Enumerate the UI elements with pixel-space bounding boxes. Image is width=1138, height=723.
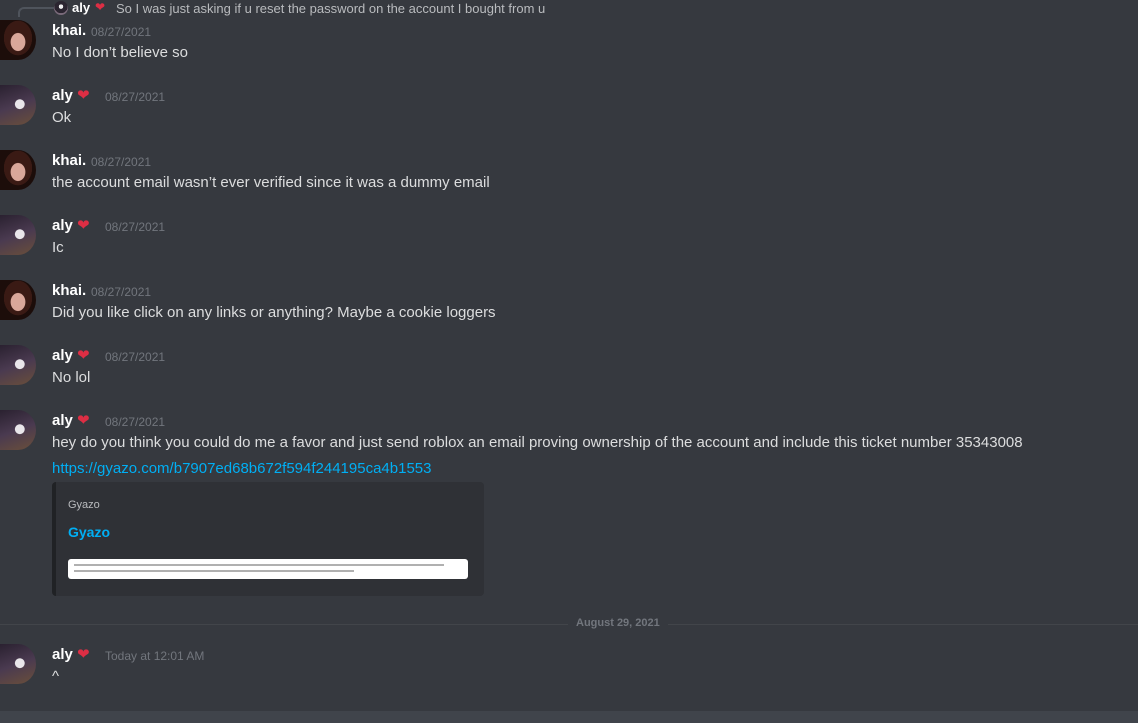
timestamp: 08/27/2021 bbox=[105, 220, 166, 234]
avatar[interactable] bbox=[0, 644, 36, 684]
heart-icon: ❤ bbox=[77, 87, 90, 104]
heart-icon: ❤ bbox=[77, 412, 90, 429]
author-name[interactable]: khai. bbox=[52, 152, 86, 169]
embed-title[interactable]: Gyazo bbox=[68, 524, 110, 540]
timestamp: 08/27/2021 bbox=[91, 285, 152, 299]
author-name[interactable]: khai. bbox=[52, 282, 86, 299]
message-link[interactable]: https://gyazo.com/b7907ed68b672f594f2441… bbox=[52, 460, 431, 477]
timestamp: Today at 12:01 AM bbox=[105, 649, 205, 663]
author-name[interactable]: khai. bbox=[52, 22, 86, 39]
heart-icon: ❤ bbox=[77, 347, 90, 364]
avatar[interactable] bbox=[0, 85, 36, 125]
embed-image[interactable] bbox=[68, 559, 468, 579]
message-input-bar[interactable] bbox=[0, 711, 1138, 723]
avatar[interactable] bbox=[0, 20, 36, 60]
timestamp: 08/27/2021 bbox=[91, 155, 152, 169]
timestamp: 08/27/2021 bbox=[91, 25, 152, 39]
reply-text[interactable]: So I was just asking if u reset the pass… bbox=[116, 1, 545, 16]
embed-provider[interactable]: Gyazo bbox=[68, 499, 100, 511]
message-text: the account email wasn’t ever verified s… bbox=[52, 174, 490, 191]
avatar[interactable] bbox=[0, 215, 36, 255]
author-name[interactable]: aly bbox=[52, 646, 73, 663]
author-name[interactable]: aly bbox=[52, 412, 73, 429]
message-text: Did you like click on any links or anyth… bbox=[52, 304, 496, 321]
avatar[interactable] bbox=[0, 150, 36, 190]
date-divider-label: August 29, 2021 bbox=[568, 617, 668, 629]
message-text: Ok bbox=[52, 109, 72, 126]
reply-spine bbox=[18, 7, 54, 17]
message-text: hey do you think you could do me a favor… bbox=[52, 434, 1023, 451]
reply-author[interactable]: aly bbox=[72, 0, 90, 15]
reply-avatar[interactable] bbox=[54, 1, 68, 15]
link-embed: Gyazo Gyazo bbox=[52, 482, 484, 596]
timestamp: 08/27/2021 bbox=[105, 350, 166, 364]
message-text: No lol bbox=[52, 369, 91, 386]
author-name[interactable]: aly bbox=[52, 87, 73, 104]
author-name[interactable]: aly bbox=[52, 347, 73, 364]
thumb-text-line bbox=[74, 564, 444, 566]
avatar[interactable] bbox=[0, 280, 36, 320]
heart-icon: ❤ bbox=[77, 646, 90, 663]
avatar[interactable] bbox=[0, 345, 36, 385]
message-text: No I don’t believe so bbox=[52, 44, 188, 61]
timestamp: 08/27/2021 bbox=[105, 415, 166, 429]
timestamp: 08/27/2021 bbox=[105, 90, 166, 104]
heart-icon: ❤ bbox=[95, 0, 106, 14]
reply-reference[interactable]: aly ❤ So I was just asking if u reset th… bbox=[0, 0, 1138, 17]
avatar[interactable] bbox=[0, 410, 36, 450]
message-text: Ic bbox=[52, 239, 64, 256]
thumb-text-line bbox=[74, 570, 354, 572]
author-name[interactable]: aly bbox=[52, 217, 73, 234]
message-text: ^ bbox=[52, 668, 60, 685]
heart-icon: ❤ bbox=[77, 217, 90, 234]
